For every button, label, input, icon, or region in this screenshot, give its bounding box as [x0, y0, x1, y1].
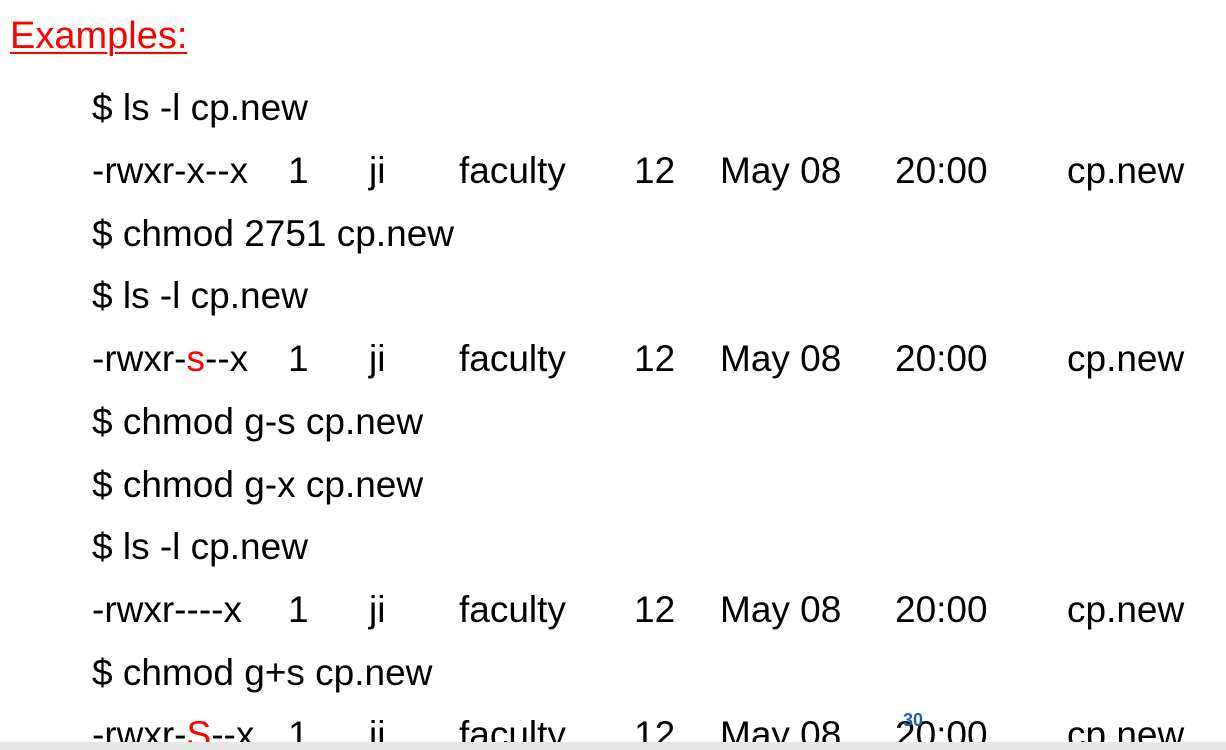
- file-size: 12: [634, 714, 676, 742]
- command-text: $ chmod g-s cp.new: [92, 401, 424, 442]
- bottom-scroll-edge: [0, 742, 1226, 750]
- file-date: May 08: [720, 338, 842, 379]
- command-text: $ ls -l cp.new: [92, 275, 308, 316]
- file-time: 20:00: [895, 338, 988, 379]
- file-name: cp.new: [1067, 150, 1185, 191]
- permission-string: -rwxr----x: [92, 589, 242, 630]
- file-name: cp.new: [1067, 589, 1185, 630]
- file-date: May 08: [720, 714, 842, 742]
- permission-string: -rwxr-s--x: [92, 338, 249, 379]
- link-count: 1: [288, 338, 309, 379]
- setgid-highlight: s: [186, 338, 206, 379]
- file-time: 20:00: [895, 589, 988, 630]
- owner-name: ji: [369, 150, 386, 191]
- file-date: May 08: [720, 150, 842, 191]
- command-text: $ chmod 2751 cp.new: [92, 213, 455, 254]
- command-text: $ ls -l cp.new: [92, 87, 308, 128]
- file-date: May 08: [720, 589, 842, 630]
- command-text: $ chmod g+s cp.new: [92, 652, 433, 693]
- setgid-highlight: S: [186, 714, 212, 742]
- examples-heading: Examples:: [10, 15, 188, 57]
- owner-name: ji: [369, 589, 386, 630]
- file-size: 12: [634, 589, 676, 630]
- group-name: faculty: [459, 714, 566, 742]
- file-name: cp.new: [1067, 338, 1185, 379]
- file-name: cp.new: [1067, 714, 1185, 742]
- command-text: $ ls -l cp.new: [92, 526, 308, 567]
- slide: Examples: $ ls -l cp.new -rwxr-x--x 1 ji…: [0, 0, 1226, 742]
- file-size: 12: [634, 150, 676, 191]
- file-size: 12: [634, 338, 676, 379]
- owner-name: ji: [369, 714, 386, 742]
- link-count: 1: [288, 150, 309, 191]
- permission-string: -rwxr-x--x: [92, 150, 249, 191]
- link-count: 1: [288, 714, 309, 742]
- link-count: 1: [288, 589, 309, 630]
- file-time: 20:00: [895, 150, 988, 191]
- group-name: faculty: [459, 150, 566, 191]
- group-name: faculty: [459, 589, 566, 630]
- group-name: faculty: [459, 338, 566, 379]
- owner-name: ji: [369, 338, 386, 379]
- page-number: 30: [903, 710, 924, 730]
- command-text: $ chmod g-x cp.new: [92, 464, 424, 505]
- permission-string: -rwxr-S--x: [92, 711, 254, 742]
